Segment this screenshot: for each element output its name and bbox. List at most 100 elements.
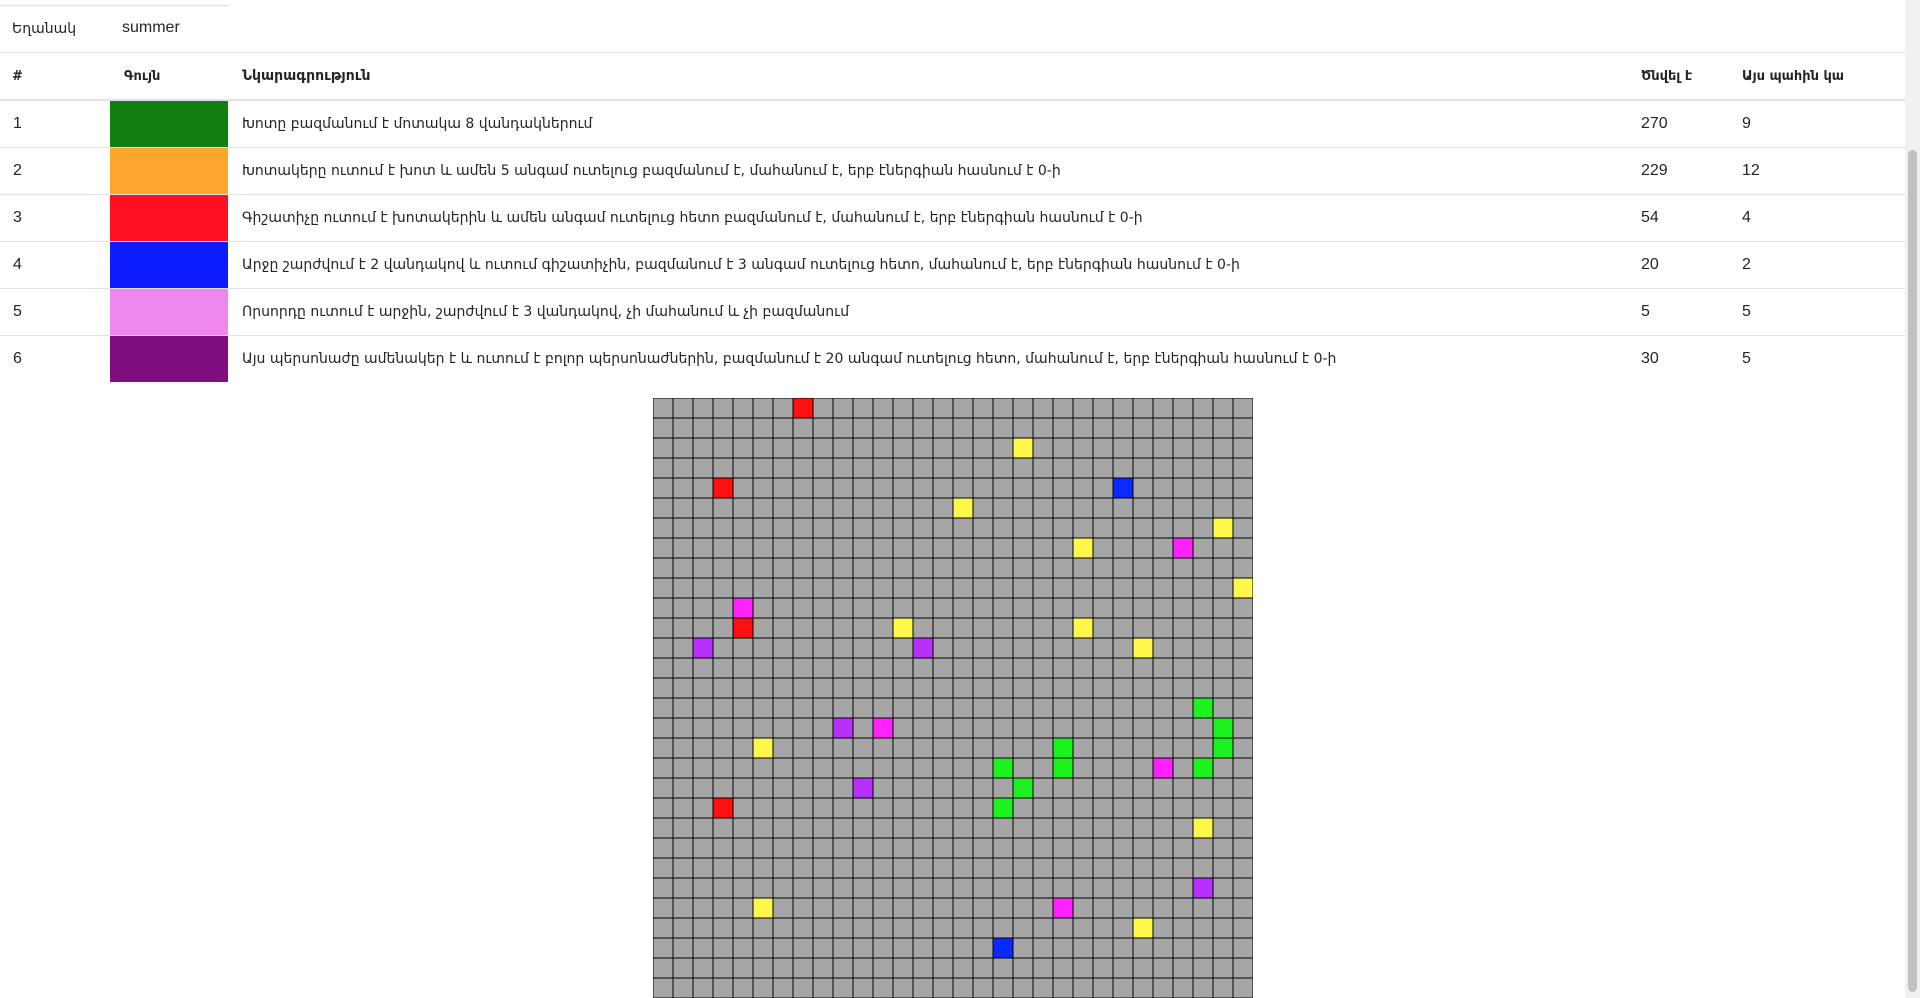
grid-cell-empty bbox=[653, 858, 673, 878]
grid-cell-empty bbox=[1053, 818, 1073, 838]
grid-cell-empty bbox=[713, 698, 733, 718]
grid-cell-empty bbox=[933, 418, 953, 438]
grid-cell-empty bbox=[813, 558, 833, 578]
row-current-count: 4 bbox=[1742, 194, 1905, 242]
grid-cell-empty bbox=[1213, 978, 1233, 998]
grid-cell-empty bbox=[953, 678, 973, 698]
grid-cell-empty bbox=[793, 438, 813, 458]
grid-cell-empty bbox=[993, 538, 1013, 558]
grid-cell-empty bbox=[1193, 798, 1213, 818]
grid-cell-empty bbox=[1033, 858, 1053, 878]
grid-cell-empty bbox=[753, 798, 773, 818]
grid-cell-empty bbox=[993, 918, 1013, 938]
grid-cell-empty bbox=[853, 938, 873, 958]
row-current-count: 5 bbox=[1742, 335, 1905, 383]
grid-cell-empty bbox=[1113, 738, 1133, 758]
grid-cell-empty bbox=[673, 798, 693, 818]
grid-cell-empty bbox=[833, 918, 853, 938]
grid-cell-empty bbox=[813, 758, 833, 778]
table-row: 2 Խոտակերը ուտում է խոտ և ամեն 5 անգամ ու… bbox=[0, 147, 1905, 195]
grid-cell-empty bbox=[693, 458, 713, 478]
grid-cell-empty bbox=[1173, 398, 1193, 418]
grid-cell-empty bbox=[1133, 478, 1153, 498]
grid-cell-empty bbox=[733, 418, 753, 438]
grid-cell-empty bbox=[1153, 918, 1173, 938]
grid-cell-empty bbox=[913, 898, 933, 918]
grid-cell-empty bbox=[793, 598, 813, 618]
grid-cell-empty bbox=[753, 458, 773, 478]
grid-cell-empty bbox=[1173, 638, 1193, 658]
grid-cell-green bbox=[1013, 778, 1033, 798]
grid-cell-empty bbox=[1013, 598, 1033, 618]
grid-cell-empty bbox=[713, 978, 733, 998]
grid-cell-empty bbox=[1013, 498, 1033, 518]
row-number: 6 bbox=[0, 335, 110, 383]
row-number: 4 bbox=[0, 241, 110, 289]
grid-cell-empty bbox=[893, 758, 913, 778]
grid-cell-empty bbox=[873, 478, 893, 498]
row-color-cell bbox=[110, 147, 229, 195]
grid-cell-empty bbox=[673, 458, 693, 478]
grid-cell-empty bbox=[1013, 458, 1033, 478]
scrollbar-thumb[interactable] bbox=[1908, 150, 1917, 992]
grid-cell-empty bbox=[1173, 498, 1193, 518]
grid-cell-empty bbox=[953, 458, 973, 478]
grid-cell-empty bbox=[693, 478, 713, 498]
grid-cell-empty bbox=[773, 698, 793, 718]
grid-cell-empty bbox=[913, 578, 933, 598]
grid-cell-empty bbox=[653, 838, 673, 858]
grid-cell-empty bbox=[693, 418, 713, 438]
grid-cell-empty bbox=[973, 478, 993, 498]
grid-cell-empty bbox=[1233, 598, 1253, 618]
grid-cell-yellow bbox=[1073, 538, 1093, 558]
grid-cell-empty bbox=[1033, 518, 1053, 538]
grid-cell-green bbox=[993, 758, 1013, 778]
grid-cell-empty bbox=[713, 638, 733, 658]
grid-cell-empty bbox=[1113, 458, 1133, 478]
grid-cell-empty bbox=[1033, 958, 1053, 978]
grid-cell-empty bbox=[1173, 578, 1193, 598]
grid-cell-empty bbox=[1213, 398, 1233, 418]
grid-cell-empty bbox=[1093, 858, 1113, 878]
grid-cell-empty bbox=[913, 918, 933, 938]
grid-cell-empty bbox=[913, 498, 933, 518]
grid-cell-empty bbox=[1133, 818, 1153, 838]
grid-cell-empty bbox=[1073, 558, 1093, 578]
grid-cell-empty bbox=[973, 398, 993, 418]
grid-cell-empty bbox=[1033, 638, 1053, 658]
grid-cell-empty bbox=[1113, 758, 1133, 778]
grid-cell-empty bbox=[953, 478, 973, 498]
grid-cell-empty bbox=[833, 858, 853, 878]
grid-cell-empty bbox=[1033, 418, 1053, 438]
grid-cell-empty bbox=[1093, 938, 1113, 958]
grid-cell-empty bbox=[793, 838, 813, 858]
grid-cell-empty bbox=[1153, 898, 1173, 918]
grid-cell-empty bbox=[1073, 778, 1093, 798]
grid-cell-empty bbox=[673, 538, 693, 558]
grid-cell-empty bbox=[1053, 598, 1073, 618]
grid-cell-empty bbox=[1153, 738, 1173, 758]
grid-cell-empty bbox=[1013, 978, 1033, 998]
grid-cell-empty bbox=[1193, 618, 1213, 638]
vertical-scrollbar[interactable] bbox=[1905, 0, 1920, 998]
grid-cell-empty bbox=[673, 438, 693, 458]
grid-cell-empty bbox=[1133, 678, 1153, 698]
grid-cell-empty bbox=[853, 578, 873, 598]
grid-cell-empty bbox=[1093, 498, 1113, 518]
grid-cell-empty bbox=[953, 818, 973, 838]
grid-cell-green bbox=[993, 798, 1013, 818]
species-table: # Գույն Նկարագրություն Ծնվել է Այս պահին… bbox=[0, 53, 1905, 383]
grid-cell-empty bbox=[1153, 698, 1173, 718]
grid-cell-empty bbox=[813, 458, 833, 478]
grid-cell-empty bbox=[853, 718, 873, 738]
grid-cell-empty bbox=[1053, 698, 1073, 718]
grid-cell-empty bbox=[993, 898, 1013, 918]
grid-cell-empty bbox=[1113, 838, 1133, 858]
grid-cell-empty bbox=[1133, 738, 1153, 758]
grid-cell-empty bbox=[893, 938, 913, 958]
grid-cell-empty bbox=[1053, 498, 1073, 518]
grid-cell-empty bbox=[953, 718, 973, 738]
grid-cell-empty bbox=[1193, 978, 1213, 998]
grid-cell-empty bbox=[673, 518, 693, 538]
grid-cell-empty bbox=[873, 638, 893, 658]
